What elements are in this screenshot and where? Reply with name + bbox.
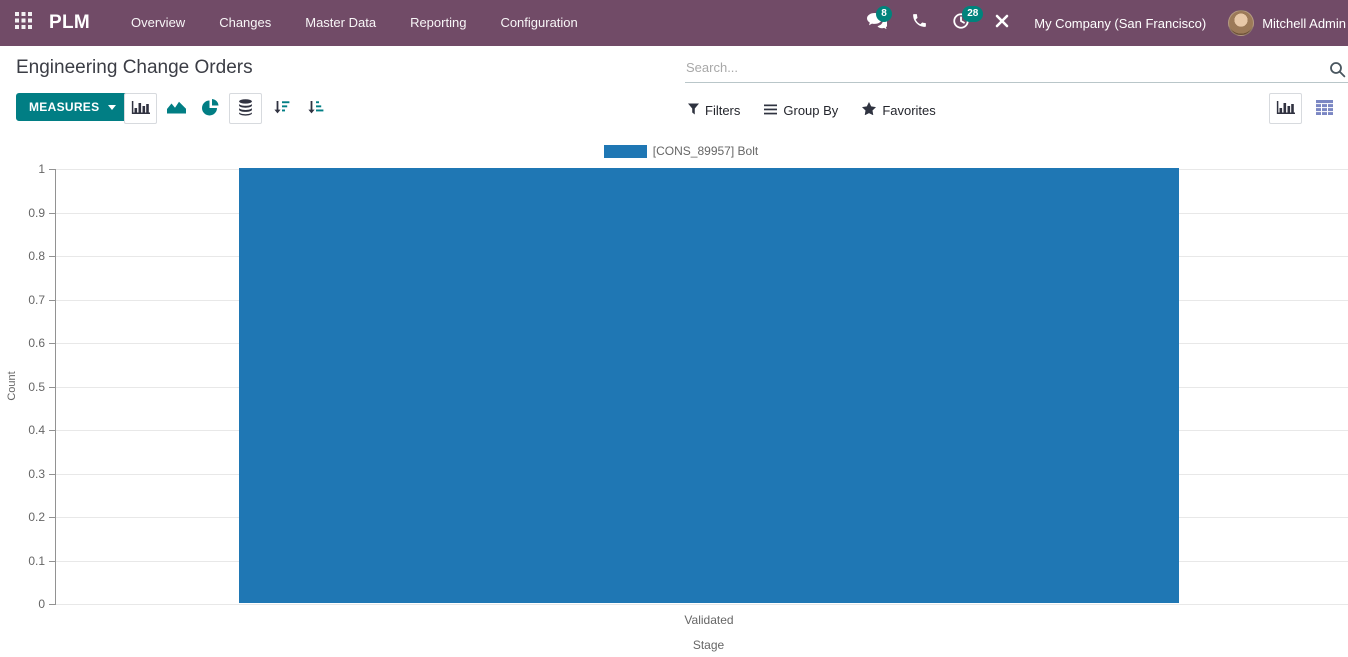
apps-grid-icon <box>15 12 32 34</box>
control-panel: Engineering Change Orders <box>0 46 1348 90</box>
tools-icon <box>994 13 1010 34</box>
activities-button[interactable]: 28 <box>940 0 982 46</box>
company-switcher[interactable]: My Company (San Francisco) <box>1034 16 1206 31</box>
pivot-view-button[interactable] <box>1309 94 1339 124</box>
user-menu[interactable]: Mitchell Admin <box>1228 10 1348 36</box>
y-axis-title: Count <box>6 371 18 400</box>
measures-label: MEASURES <box>29 100 99 114</box>
chart-legend-item[interactable]: [CONS_89957] Bolt <box>0 144 1348 158</box>
messages-button[interactable]: 8 <box>854 0 899 46</box>
activities-badge: 28 <box>962 6 983 22</box>
legend-label: [CONS_89957] Bolt <box>653 144 758 158</box>
phone-icon <box>911 12 928 34</box>
search-icon[interactable] <box>1329 61 1346 83</box>
y-tick-label: 0.6 <box>28 336 45 350</box>
filter-funnel-icon <box>688 103 699 118</box>
y-tick-mark <box>49 300 56 301</box>
star-icon <box>862 102 876 118</box>
favorites-label: Favorites <box>882 103 935 118</box>
bar-chart-icon <box>131 100 150 118</box>
messages-badge: 8 <box>876 6 892 22</box>
area-chart-icon <box>166 100 187 117</box>
y-tick-label: 0.1 <box>28 554 45 568</box>
main-menu: Overview Changes Master Data Reporting C… <box>114 0 595 46</box>
sort-descending-icon <box>273 100 290 118</box>
graph-view-icon <box>1276 100 1295 118</box>
y-tick-label: 0.4 <box>28 423 45 437</box>
apps-menu-button[interactable] <box>0 0 47 46</box>
stacked-toggle-button[interactable] <box>229 93 262 124</box>
graph-toolbar: MEASURES <box>0 90 1348 130</box>
graph-view-button[interactable] <box>1269 93 1302 124</box>
x-tick-label: Validated <box>684 613 733 627</box>
pie-chart-icon <box>202 99 219 119</box>
gridline <box>56 604 1348 605</box>
legend-swatch <box>604 145 647 158</box>
sort-ascending-button[interactable] <box>300 94 330 124</box>
filters-label: Filters <box>705 103 740 118</box>
bar[interactable] <box>239 168 1179 603</box>
plot-area: 00.10.20.30.40.50.60.70.80.91Validated <box>55 169 1348 604</box>
menu-item-configuration[interactable]: Configuration <box>483 0 594 46</box>
y-tick-mark <box>49 517 56 518</box>
x-axis-title: Stage <box>55 638 1348 652</box>
tools-button[interactable] <box>982 0 1022 46</box>
menu-item-master-data[interactable]: Master Data <box>288 0 393 46</box>
group-by-label: Group By <box>783 103 838 118</box>
menu-item-reporting[interactable]: Reporting <box>393 0 483 46</box>
group-by-icon <box>764 103 777 118</box>
bar-chart-type-button[interactable] <box>124 93 157 124</box>
y-tick-mark <box>49 387 56 388</box>
y-tick-label: 0.9 <box>28 206 45 220</box>
y-tick-label: 0.8 <box>28 249 45 263</box>
search-input[interactable] <box>685 55 1320 80</box>
y-tick-mark <box>49 474 56 475</box>
view-switcher <box>1269 93 1339 124</box>
top-navbar: PLM Overview Changes Master Data Reporti… <box>0 0 1348 46</box>
measures-button[interactable]: MEASURES <box>16 93 129 121</box>
app-brand[interactable]: PLM <box>49 12 90 34</box>
user-name: Mitchell Admin <box>1262 16 1346 31</box>
bar-chart: [CONS_89957] Bolt Count 00.10.20.30.40.5… <box>0 130 1348 657</box>
sort-ascending-icon <box>307 100 324 118</box>
y-tick-label: 1 <box>38 162 45 176</box>
y-tick-mark <box>49 213 56 214</box>
chart-type-buttons <box>124 93 330 124</box>
chevron-down-icon <box>108 105 116 110</box>
y-tick-label: 0.7 <box>28 293 45 307</box>
search-bar <box>685 55 1348 83</box>
database-stack-icon <box>238 99 253 119</box>
y-tick-label: 0.2 <box>28 510 45 524</box>
user-avatar <box>1228 10 1254 36</box>
y-tick-mark <box>49 256 56 257</box>
pie-chart-type-button[interactable] <box>195 94 225 124</box>
y-tick-label: 0.3 <box>28 467 45 481</box>
sort-descending-button[interactable] <box>266 94 296 124</box>
filters-button[interactable]: Filters <box>688 103 740 118</box>
favorites-button[interactable]: Favorites <box>862 102 935 118</box>
y-tick-mark <box>49 604 56 605</box>
y-tick-mark <box>49 343 56 344</box>
menu-item-overview[interactable]: Overview <box>114 0 202 46</box>
page-title: Engineering Change Orders <box>16 57 253 79</box>
pivot-table-icon <box>1316 100 1333 118</box>
y-tick-label: 0 <box>38 597 45 611</box>
menu-item-changes[interactable]: Changes <box>202 0 288 46</box>
y-tick-mark <box>49 561 56 562</box>
calls-button[interactable] <box>899 0 940 46</box>
y-tick-label: 0.5 <box>28 380 45 394</box>
group-by-button[interactable]: Group By <box>764 103 838 118</box>
systray: 8 28 My Company (San Franc <box>854 0 1348 46</box>
search-options: Filters Group By Favorites <box>688 90 936 130</box>
line-chart-type-button[interactable] <box>161 94 191 124</box>
y-tick-mark <box>49 430 56 431</box>
y-tick-mark <box>49 169 56 170</box>
